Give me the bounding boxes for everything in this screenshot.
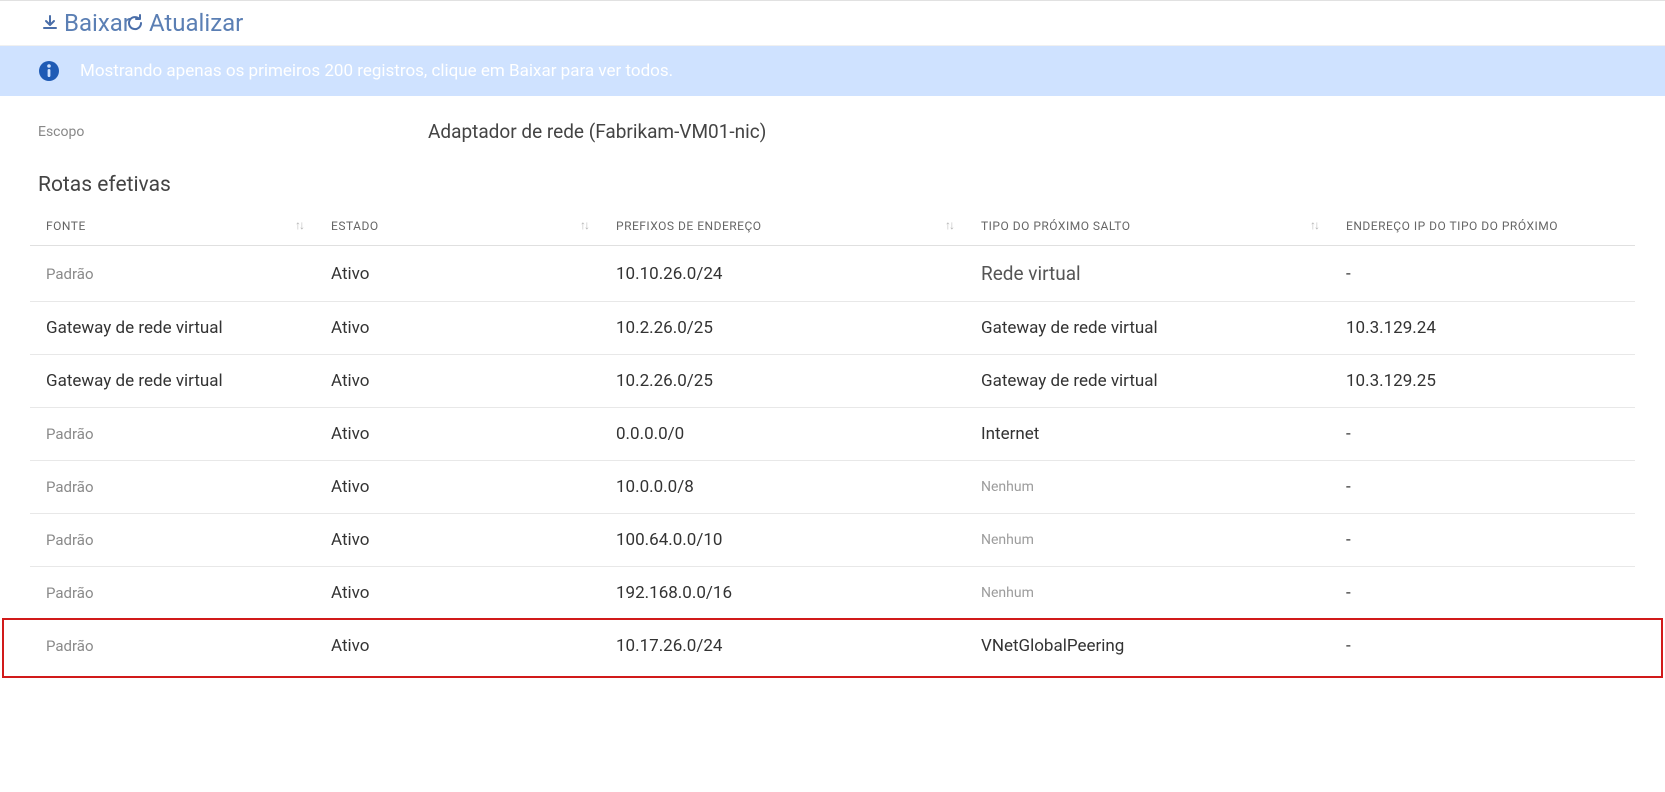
cell-source: Padrão — [30, 408, 315, 461]
sort-icon: ↑↓ — [580, 218, 588, 232]
cell-source: Gateway de rede virtual — [30, 355, 315, 408]
info-message: Mostrando apenas os primeiros 200 regist… — [80, 61, 673, 81]
cell-next-hop-type: Gateway de rede virtual — [965, 302, 1330, 355]
sort-icon: ↑↓ — [1310, 218, 1318, 232]
toolbar: Baixar Atualizar — [0, 1, 1665, 45]
routes-table-wrap: Fonte↑↓ Estado↑↓ Prefixos de Endereço↑↓ … — [0, 205, 1665, 692]
download-button[interactable]: Baixar — [40, 9, 131, 37]
cell-prefix: 10.0.0.0/8 — [600, 461, 965, 514]
table-row[interactable]: PadrãoAtivo100.64.0.0/10Nenhum- — [30, 514, 1635, 567]
cell-next-hop-ip: - — [1330, 461, 1635, 514]
cell-next-hop-type: Nenhum — [965, 567, 1330, 620]
cell-next-hop-ip: - — [1330, 408, 1635, 461]
cell-prefix: 10.2.26.0/25 — [600, 355, 965, 408]
cell-source: Padrão — [30, 620, 315, 673]
download-icon — [40, 13, 60, 33]
refresh-label: Atualizar — [149, 9, 243, 37]
info-icon — [38, 60, 60, 82]
cell-next-hop-type: Gateway de rede virtual — [965, 355, 1330, 408]
cell-next-hop-type: Nenhum — [965, 461, 1330, 514]
cell-prefix: 192.168.0.0/16 — [600, 567, 965, 620]
cell-source: Padrão — [30, 461, 315, 514]
cell-state: Ativo — [315, 620, 600, 673]
cell-prefix: 10.2.26.0/25 — [600, 302, 965, 355]
cell-next-hop-ip: - — [1330, 620, 1635, 673]
col-source[interactable]: Fonte↑↓ — [30, 205, 315, 246]
info-bar: Mostrando apenas os primeiros 200 regist… — [0, 46, 1665, 96]
cell-next-hop-ip: 10.3.129.25 — [1330, 355, 1635, 408]
table-row[interactable]: Gateway de rede virtualAtivo10.2.26.0/25… — [30, 355, 1635, 408]
table-row[interactable]: PadrãoAtivo10.17.26.0/24VNetGlobalPeerin… — [30, 620, 1635, 673]
col-next-hop-ip[interactable]: Endereço IP do Tipo do Próximo — [1330, 205, 1635, 246]
table-row[interactable]: PadrãoAtivo0.0.0.0/0Internet- — [30, 408, 1635, 461]
cell-state: Ativo — [315, 461, 600, 514]
cell-next-hop-type: VNetGlobalPeering — [965, 620, 1330, 673]
cell-source: Padrão — [30, 567, 315, 620]
cell-source: Gateway de rede virtual — [30, 302, 315, 355]
table-header-row: Fonte↑↓ Estado↑↓ Prefixos de Endereço↑↓ … — [30, 205, 1635, 246]
table-row[interactable]: PadrãoAtivo192.168.0.0/16Nenhum- — [30, 567, 1635, 620]
cell-state: Ativo — [315, 246, 600, 302]
table-row[interactable]: PadrãoAtivo10.10.26.0/24Rede virtual- — [30, 246, 1635, 302]
table-row[interactable]: Gateway de rede virtualAtivo10.2.26.0/25… — [30, 302, 1635, 355]
cell-next-hop-type: Nenhum — [965, 514, 1330, 567]
cell-next-hop-ip: 10.3.129.24 — [1330, 302, 1635, 355]
cell-state: Ativo — [315, 355, 600, 408]
cell-next-hop-ip: - — [1330, 246, 1635, 302]
cell-prefix: 0.0.0.0/0 — [600, 408, 965, 461]
cell-state: Ativo — [315, 302, 600, 355]
scope-row: Escopo Adaptador de rede (Fabrikam-VM01-… — [0, 96, 1665, 151]
cell-next-hop-ip: - — [1330, 567, 1635, 620]
cell-prefix: 100.64.0.0/10 — [600, 514, 965, 567]
scope-label: Escopo — [38, 124, 428, 140]
col-state[interactable]: Estado↑↓ — [315, 205, 600, 246]
cell-source: Padrão — [30, 246, 315, 302]
download-label: Baixar — [64, 9, 131, 37]
col-prefix[interactable]: Prefixos de Endereço↑↓ — [600, 205, 965, 246]
section-title: Rotas efetivas — [0, 151, 1665, 205]
cell-prefix: 10.10.26.0/24 — [600, 246, 965, 302]
cell-state: Ativo — [315, 567, 600, 620]
cell-next-hop-type: Internet — [965, 408, 1330, 461]
col-next-hop-type[interactable]: Tipo do Próximo Salto↑↓ — [965, 205, 1330, 246]
sort-icon: ↑↓ — [945, 218, 953, 232]
cell-source: Padrão — [30, 514, 315, 567]
cell-prefix: 10.17.26.0/24 — [600, 620, 965, 673]
cell-state: Ativo — [315, 408, 600, 461]
cell-next-hop-ip: - — [1330, 514, 1635, 567]
sort-icon: ↑↓ — [295, 218, 303, 232]
scope-value: Adaptador de rede (Fabrikam-VM01-nic) — [428, 120, 766, 143]
refresh-button[interactable]: Atualizar — [131, 9, 243, 37]
routes-table: Fonte↑↓ Estado↑↓ Prefixos de Endereço↑↓ … — [30, 205, 1635, 672]
refresh-icon — [125, 13, 145, 33]
cell-state: Ativo — [315, 514, 600, 567]
table-row[interactable]: PadrãoAtivo10.0.0.0/8Nenhum- — [30, 461, 1635, 514]
cell-next-hop-type: Rede virtual — [965, 246, 1330, 302]
